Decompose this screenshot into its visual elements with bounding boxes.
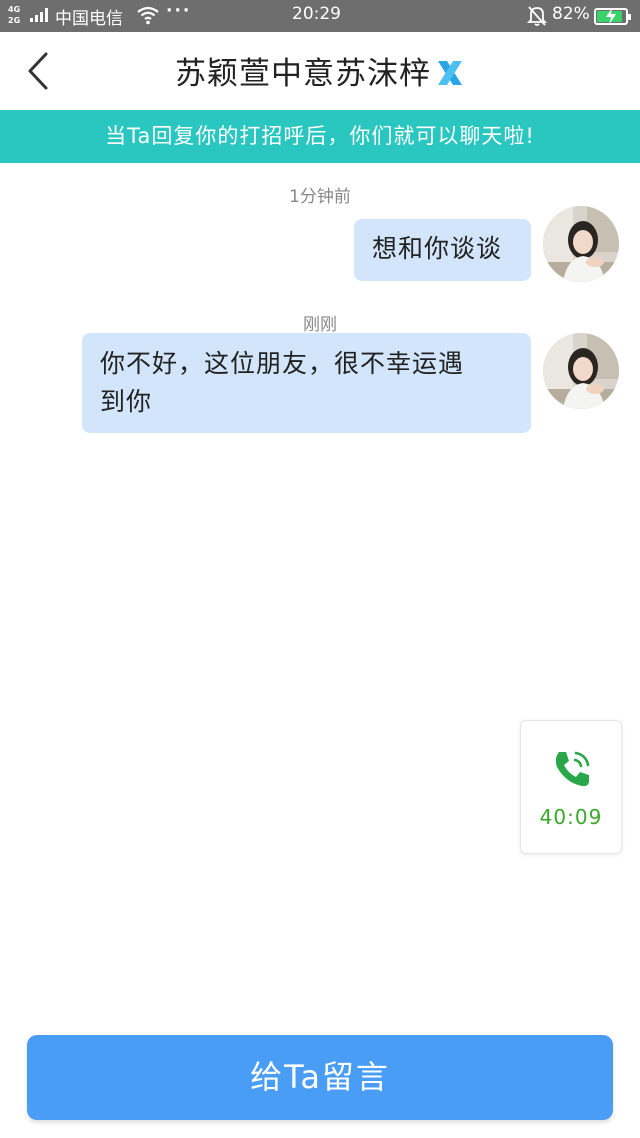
signal-icon [30, 8, 48, 22]
message-timestamp: 1分钟前 [289, 187, 351, 207]
message-text-line: 你不好，这位朋友，很不幸运遇 [100, 349, 465, 378]
title-group: 苏颖萱中意苏沫梓 [0, 48, 640, 93]
message-bubble[interactable]: 你不好，这位朋友，很不幸运遇 到你 [82, 333, 531, 433]
avatar[interactable] [543, 206, 619, 282]
avatar[interactable] [543, 333, 619, 409]
call-duration: 40:09 [539, 805, 603, 829]
avatar-image [543, 206, 619, 282]
network-type-bottom: 2G [8, 16, 21, 25]
message-bubble[interactable]: 想和你谈谈 [354, 219, 531, 281]
call-widget[interactable]: 40:09 [520, 720, 622, 854]
wifi-icon [137, 6, 159, 25]
battery-percent: 82% [552, 4, 590, 24]
more-dots: ··· [166, 1, 192, 21]
mute-bell-icon [527, 6, 547, 26]
chat-hint-banner: 当Ta回复你的打招呼后，你们就可以聊天啦! [0, 110, 640, 163]
header-bar: 苏颖萱中意苏沫梓 [0, 32, 640, 110]
page-title: 苏颖萱中意苏沫梓 [175, 56, 431, 92]
status-time: 20:29 [292, 4, 341, 24]
network-type-top: 4G [8, 5, 21, 14]
message-text: 想和你谈谈 [372, 234, 503, 263]
phone-call-icon [555, 751, 590, 787]
message-timestamp: 刚刚 [303, 315, 337, 335]
network-type: 4G 2G [8, 4, 20, 26]
message-text-line: 到你 [100, 387, 153, 416]
status-bar: 4G 2G 中国电信 ··· 20:29 82% [0, 0, 640, 32]
avatar-image [543, 333, 619, 409]
carrier-name: 中国电信 [55, 9, 123, 29]
x-brand-icon [438, 60, 462, 85]
leave-message-button[interactable]: 给Ta留言 [27, 1035, 613, 1120]
battery-charging-icon [594, 8, 631, 25]
